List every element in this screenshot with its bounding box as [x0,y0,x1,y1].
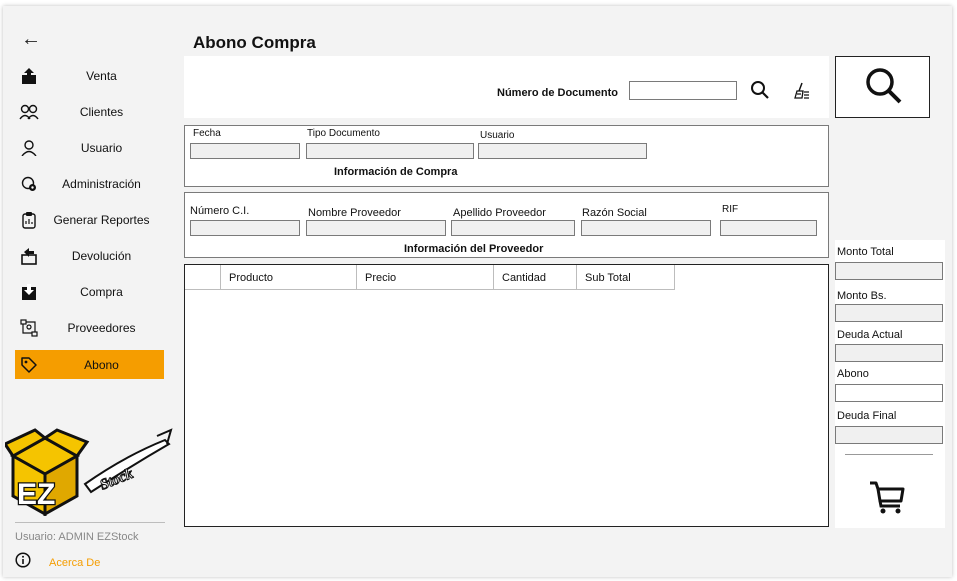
sidebar-item-generar-reportes[interactable]: Generar Reportes [15,205,164,234]
sidebar-item-label: Abono [84,357,119,372]
sidebar-item-label: Administración [62,176,141,191]
sidebar-item-clientes[interactable]: Clientes [15,97,164,126]
search-icon [863,65,903,110]
upload-box-icon [19,66,39,86]
ezstock-logo: EZ Stock [2,426,175,517]
monto-total-label: Monto Total [837,246,894,258]
app-window: ← Venta Clientes Usuario Administración [2,6,952,577]
return-box-icon [19,246,39,266]
rif-label: RIF [722,204,739,215]
cart-icon[interactable] [868,478,906,521]
people-icon [19,102,39,122]
document-number-input[interactable] [629,81,737,100]
apellido-proveedor-label: Apellido Proveedor [453,207,546,219]
usuario-field[interactable] [478,143,647,159]
supplier-info-title: Información del Proveedor [404,243,544,255]
supplier-info-group: Número C.I. Nombre Proveedor Apellido Pr… [184,192,829,258]
admin-gear-icon [19,174,39,194]
usuario-label: Usuario [480,130,515,141]
column-header-precio[interactable]: Precio [357,265,494,289]
abono-input[interactable] [835,384,943,402]
sidebar-item-venta[interactable]: Venta [15,61,164,90]
apellido-proveedor-field[interactable] [451,220,575,236]
deuda-final-label: Deuda Final [837,410,897,422]
download-box-icon [19,282,39,302]
sidebar-item-label: Usuario [80,140,123,155]
deuda-actual-label: Deuda Actual [837,329,903,341]
monto-total-field[interactable] [835,262,943,280]
sidebar-item-label: Compra [80,284,123,299]
current-user-label: Usuario: ADMIN EZStock [15,531,139,543]
razon-social-field[interactable] [581,220,711,236]
tipo-documento-label: Tipo Documento [307,128,380,139]
about-link[interactable]: Acerca De [15,552,100,573]
column-header-selector[interactable] [185,265,221,289]
sidebar-item-label: Venta [86,68,117,83]
purchase-info-group: Fecha Tipo Documento Usuario Información… [184,125,829,187]
sidebar-item-label: Devolución [71,248,132,263]
purchase-info-title: Información de Compra [334,166,458,178]
search-bar: Número de Documento [184,56,829,118]
search-icon[interactable] [750,80,770,105]
products-table[interactable]: Producto Precio Cantidad Sub Total [184,264,829,527]
numero-ci-label: Número C.I. [190,205,250,217]
sidebar-item-compra[interactable]: Compra [15,277,164,306]
column-header-sub-total[interactable]: Sub Total [577,265,675,289]
sidebar-item-devolucion[interactable]: Devolución [15,241,164,270]
razon-social-label: Razón Social [582,207,647,219]
document-number-label: Número de Documento [497,87,619,99]
monto-bs-field[interactable] [835,304,943,322]
sidebar-item-abono[interactable]: Abono [15,350,164,379]
sidebar-item-administracion[interactable]: Administración [15,169,164,198]
about-label: Acerca De [49,556,101,569]
table-header: Producto Precio Cantidad Sub Total [185,265,675,290]
sidebar-item-usuario[interactable]: Usuario [15,133,164,162]
totals-panel: Monto Total Monto Bs. Deuda Actual Abono… [835,240,945,528]
rif-field[interactable] [720,220,817,236]
monto-bs-label: Monto Bs. [837,290,887,302]
column-header-producto[interactable]: Producto [221,265,357,289]
sidebar-item-proveedores[interactable]: Proveedores [15,313,164,342]
supplier-network-icon [19,318,39,338]
clear-broom-icon[interactable] [793,82,811,105]
tag-icon [19,355,39,375]
back-arrow-icon[interactable]: ← [21,28,41,51]
sidebar-divider [15,522,165,523]
nombre-proveedor-label: Nombre Proveedor [308,207,401,219]
deuda-final-field[interactable] [835,426,943,444]
person-icon [19,138,39,158]
nombre-proveedor-field[interactable] [306,220,446,236]
sidebar: ← Venta Clientes Usuario Administración [2,6,175,577]
info-icon [15,552,31,573]
sidebar-item-label: Generar Reportes [53,212,150,227]
fecha-label: Fecha [193,128,221,139]
numero-ci-field[interactable] [190,220,300,236]
column-header-cantidad[interactable]: Cantidad [494,265,577,289]
svg-text:EZ: EZ [17,478,55,511]
totals-divider [845,454,933,455]
sidebar-item-label: Clientes [79,104,124,119]
abono-label: Abono [837,368,869,380]
tipo-documento-field[interactable] [306,143,474,159]
deuda-actual-field[interactable] [835,344,943,362]
clipboard-icon [19,210,39,230]
sidebar-item-label: Proveedores [67,320,136,335]
page-title: Abono Compra [193,33,316,52]
big-search-button[interactable] [835,56,930,118]
fecha-field[interactable] [190,143,300,159]
